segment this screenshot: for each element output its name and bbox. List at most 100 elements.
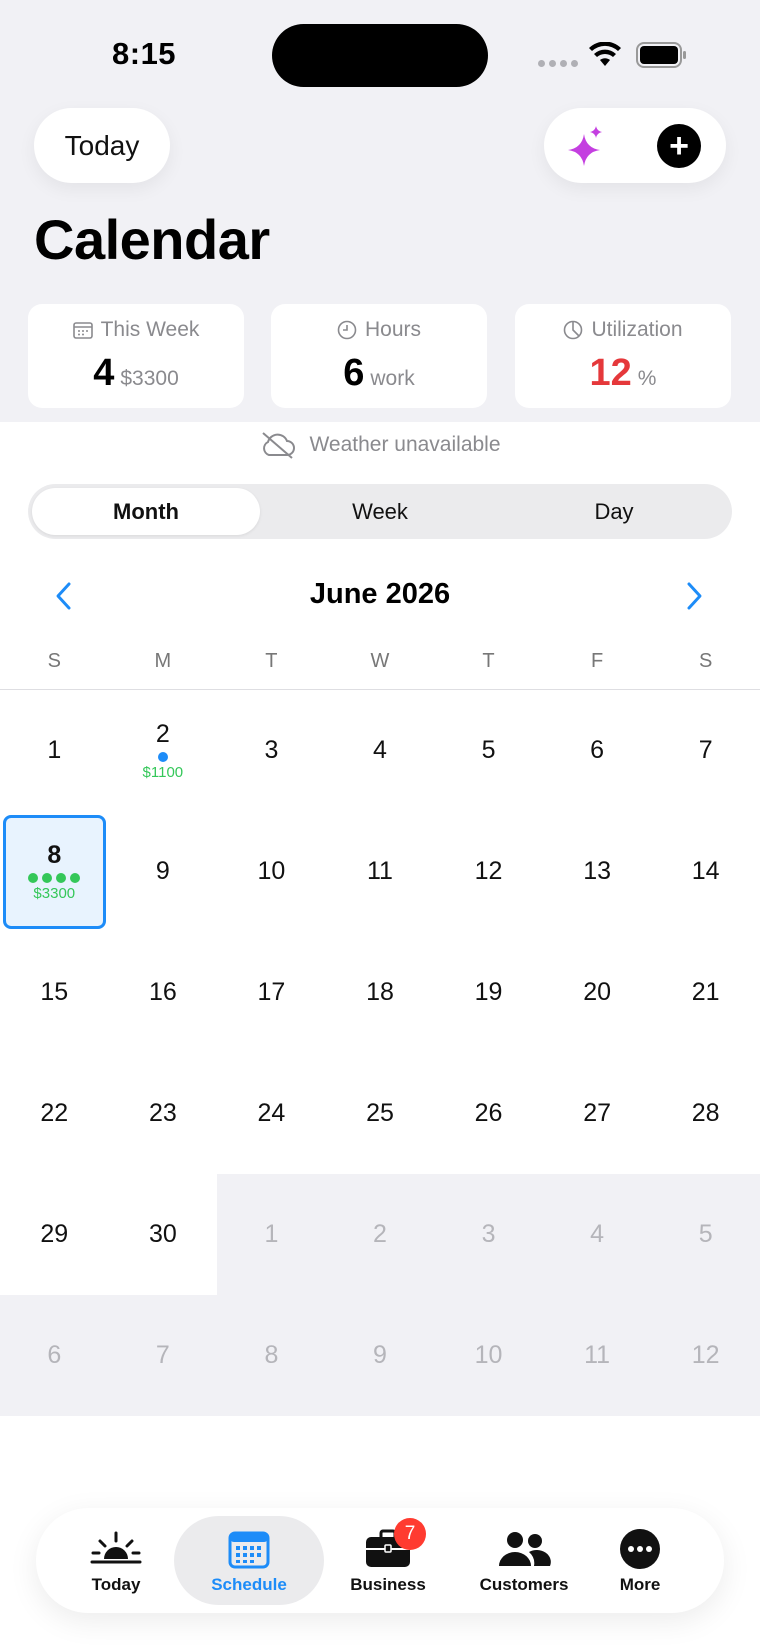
tab-schedule[interactable]: Schedule [184,1508,314,1613]
calendar-day[interactable]: 24 [217,1053,326,1174]
day-number: 1 [47,736,62,764]
calendar-day[interactable]: 12 [434,811,543,932]
day-number: 8 [47,841,62,869]
calendar-day[interactable]: 6 [543,690,652,811]
tab-month[interactable]: Month [32,488,260,535]
calendar-day[interactable]: 3 [217,690,326,811]
event-dots [28,873,81,883]
calendar-day[interactable]: 16 [109,932,218,1053]
day-number: 2 [373,1220,387,1248]
calendar-day[interactable]: 25 [326,1053,435,1174]
calendar-day[interactable]: 2 $1100 [109,690,218,811]
calendar-day[interactable]: 9 [325,1295,435,1416]
calendar-week-row: 15 16 17 18 19 20 21 [0,932,760,1053]
calendar-day[interactable]: 14 [651,811,760,932]
day-number: 9 [373,1341,387,1369]
calendar-day[interactable]: 7 [651,690,760,811]
day-amount: $3300 [33,885,76,902]
calendar-day-selected[interactable]: 8 $3300 [0,811,109,932]
calendar-day[interactable]: 10 [434,1295,543,1416]
day-number: 2 [155,720,170,748]
calendar-day[interactable]: 27 [543,1053,652,1174]
notification-badge: 7 [394,1518,426,1550]
calendar-day[interactable]: 1 [0,690,109,811]
people-icon [499,1531,551,1566]
calendar-day[interactable]: 28 [651,1053,760,1174]
day-number: 6 [590,736,605,764]
day-number: 3 [481,1220,496,1248]
header-actions: + [544,108,726,183]
calendar-day[interactable]: 4 [326,690,435,811]
calendar-day[interactable]: 10 [217,811,326,932]
tab-customers[interactable]: Customers [456,1508,592,1613]
calendar-day[interactable]: 9 [109,811,218,932]
sparkle-icon[interactable] [566,124,606,168]
calendar-week-row: 8 $3300 9 10 11 12 13 14 [0,811,760,932]
calendar-day[interactable]: 5 [651,1174,760,1295]
chevron-right-icon[interactable] [682,580,706,612]
calendar-day[interactable]: 19 [434,932,543,1053]
calendar-day[interactable]: 30 [109,1174,218,1295]
calendar-day[interactable]: 4 [542,1174,652,1295]
stat-value: 6 [343,352,365,394]
calendar-day[interactable]: 22 [0,1053,109,1174]
calendar-day[interactable]: 12 [651,1295,760,1416]
calendar-day[interactable]: 3 [434,1174,543,1295]
wifi-icon [589,42,621,66]
calendar-day[interactable]: 17 [217,932,326,1053]
calendar-day[interactable]: 8 [217,1295,326,1416]
stat-value: 4 [93,352,115,394]
event-dot [28,873,39,883]
calendar-day[interactable]: 2 [325,1174,435,1295]
add-button[interactable]: + [657,124,701,168]
weekday-label: T [265,650,278,672]
event-dot [157,752,168,762]
calendar-day[interactable]: 11 [542,1295,652,1416]
cloud-off-icon [262,432,296,459]
today-button[interactable]: Today [34,108,170,183]
cellular-signal-icon [538,60,578,67]
tab-week[interactable]: Week [266,488,494,535]
day-number: 7 [698,736,713,764]
calendar-day[interactable]: 21 [651,932,760,1053]
day-number: 5 [698,1220,713,1248]
calendar-day[interactable]: 6 [0,1295,109,1416]
calendar-day[interactable]: 20 [543,932,652,1053]
month-navigation: June 2026 [0,570,760,620]
dynamic-island [272,24,488,87]
calendar-day[interactable]: 29 [0,1174,109,1295]
calendar-grid-icon [228,1531,270,1568]
day-number: 14 [691,857,720,885]
calendar-day[interactable]: 1 [217,1174,326,1295]
day-number: 21 [691,978,720,1006]
weekday-label: F [590,650,604,672]
day-number: 29 [40,1220,69,1248]
calendar-day[interactable]: 7 [108,1295,218,1416]
calendar-day[interactable]: 15 [0,932,109,1053]
calendar-week-row: 1 2 $1100 3 4 5 6 7 [0,690,760,811]
event-dot [70,873,81,883]
tab-business[interactable]: Business 7 [332,1508,444,1613]
page-title: Calendar [34,208,270,271]
day-number: 1 [264,1220,279,1248]
tab-more[interactable]: More [600,1508,680,1613]
weekday-label: S [698,650,713,672]
calendar-day[interactable]: 26 [434,1053,543,1174]
calendar-grid: 1 2 $1100 3 4 5 6 7 8 $3300 9 10 11 12 13 14 15 16 17 18 19 2… [0,690,760,1416]
calendar-day[interactable]: 11 [326,811,435,932]
day-number: 23 [148,1099,177,1127]
status-bar: 8:15 [0,0,760,110]
day-number: 3 [264,736,279,764]
calendar-day[interactable]: 13 [543,811,652,932]
tab-day[interactable]: Day [500,488,728,535]
tab-today[interactable]: Today [76,1508,156,1613]
day-number: 17 [257,978,286,1006]
calendar-day[interactable]: 5 [434,690,543,811]
sunrise-icon [90,1531,142,1563]
view-segmented-control: Month Week Day [28,484,732,539]
calendar-day[interactable]: 23 [109,1053,218,1174]
tab-label: More [619,1574,661,1594]
weekday-header: S M T W T F S [0,650,760,690]
weekday-label: S [47,650,61,672]
calendar-day[interactable]: 18 [326,932,435,1053]
